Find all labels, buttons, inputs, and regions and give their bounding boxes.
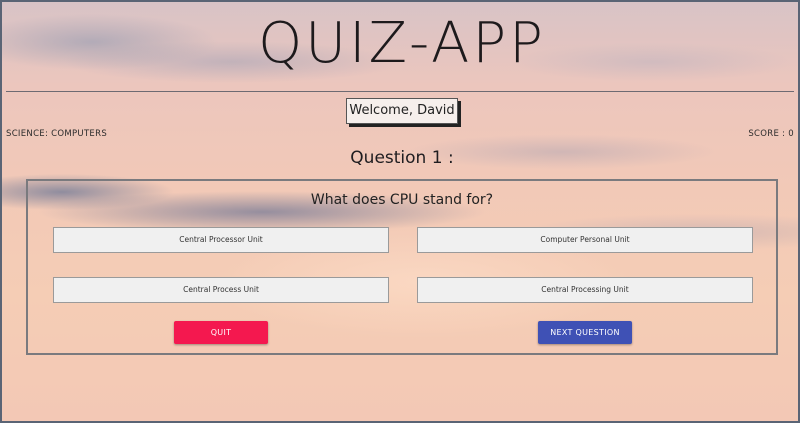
answer-option-1[interactable]: Central Processor Unit xyxy=(53,227,389,253)
category-label: SCIENCE: COMPUTERS xyxy=(6,129,108,139)
answer-option-2[interactable]: Computer Personal Unit xyxy=(417,227,753,253)
answer-option-4[interactable]: Central Processing Unit xyxy=(417,277,753,303)
background-frame: QUIZ-APP Welcome, David SCIENCE: COMPUTE… xyxy=(0,0,800,423)
quit-button[interactable]: QUIT xyxy=(174,321,268,344)
next-question-button[interactable]: NEXT QUESTION xyxy=(538,321,632,344)
app-title: QUIZ-APP xyxy=(258,11,546,76)
welcome-badge: Welcome, David xyxy=(346,98,458,124)
question-text: What does CPU stand for? xyxy=(310,192,494,208)
score-label: SCORE : 0 xyxy=(748,129,794,139)
question-number: Question 1 : xyxy=(350,148,454,168)
header-divider xyxy=(6,91,794,92)
question-card: What does CPU stand for? Central Process… xyxy=(26,179,778,355)
answer-option-3[interactable]: Central Process Unit xyxy=(53,277,389,303)
